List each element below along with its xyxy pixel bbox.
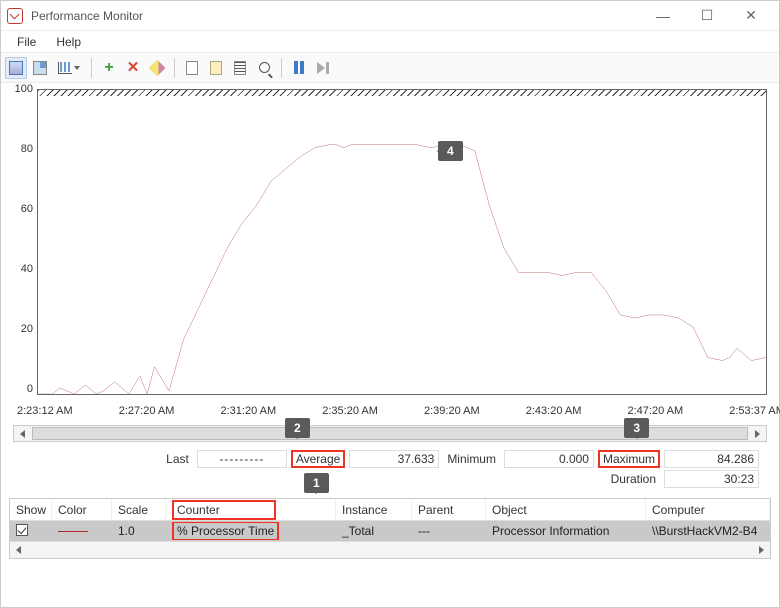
time-range-scrollbar[interactable] xyxy=(13,425,767,442)
menu-file[interactable]: File xyxy=(7,33,46,51)
table-scrollbar[interactable] xyxy=(10,541,770,558)
stat-average-label: Average xyxy=(291,450,345,468)
stat-minimum-label: Minimum xyxy=(443,452,500,466)
x-tick: 2:39:20 AM xyxy=(424,405,480,417)
chart-type-button[interactable] xyxy=(53,57,85,79)
paste-button[interactable] xyxy=(205,57,227,79)
remove-counter-button[interactable]: ✕ xyxy=(122,57,144,79)
view-data-button[interactable] xyxy=(5,57,27,79)
x-tick: 2:47:20 AM xyxy=(628,405,684,417)
table-row[interactable]: 1.0 % Processor Time _Total --- Processo… xyxy=(10,521,770,541)
stat-maximum-value: 84.286 xyxy=(664,450,759,468)
annotation-1: 1 xyxy=(304,473,329,493)
update-button[interactable] xyxy=(312,57,334,79)
cell-instance: _Total xyxy=(336,522,412,540)
scroll-left-button[interactable] xyxy=(14,426,31,441)
add-counter-button[interactable]: + xyxy=(98,57,120,79)
copy-button[interactable] xyxy=(181,57,203,79)
cell-scale: 1.0 xyxy=(112,522,166,540)
x-axis: 2:23:12 AM 2:27:20 AM 2:31:20 AM 2:35:20… xyxy=(17,403,780,417)
th-instance[interactable]: Instance xyxy=(336,499,412,520)
annotation-2: 2 xyxy=(285,418,310,438)
cell-show[interactable] xyxy=(10,522,52,541)
y-tick: 100 xyxy=(11,83,33,95)
stat-maximum-label: Maximum xyxy=(598,450,660,468)
toolbar: + ✕ xyxy=(1,53,779,83)
th-color[interactable]: Color xyxy=(52,499,112,520)
checkbox-icon[interactable] xyxy=(16,524,28,536)
minimize-button[interactable]: — xyxy=(641,2,685,30)
annotation-3: 3 xyxy=(624,418,649,438)
highlight-button[interactable] xyxy=(146,57,168,79)
x-icon: ✕ xyxy=(127,60,140,75)
chevron-down-icon xyxy=(74,66,80,70)
th-counter[interactable]: Counter xyxy=(166,499,336,520)
view-icon xyxy=(9,61,23,75)
zoom-button[interactable] xyxy=(253,57,275,79)
y-tick: 80 xyxy=(11,143,33,155)
pause-icon xyxy=(294,61,304,74)
cell-computer: \\BurstHackVM2-B4 xyxy=(646,522,770,540)
cell-color xyxy=(52,522,112,540)
toolbar-separator xyxy=(281,58,282,78)
x-tick: 2:31:20 AM xyxy=(221,405,277,417)
th-computer[interactable]: Computer xyxy=(646,499,770,520)
counters-table: Show Color Scale Counter Instance Parent… xyxy=(9,498,771,559)
th-scale[interactable]: Scale xyxy=(112,499,166,520)
maximize-button[interactable]: ☐ xyxy=(685,2,729,30)
properties-icon xyxy=(234,61,246,75)
x-tick: 2:23:12 AM xyxy=(17,405,73,417)
plus-icon: + xyxy=(104,60,113,76)
close-button[interactable]: ✕ xyxy=(729,2,773,30)
stat-last-value: --------- xyxy=(197,450,287,468)
chart-plot[interactable] xyxy=(37,89,767,395)
scroll-right-button[interactable] xyxy=(749,426,766,441)
y-tick: 40 xyxy=(11,263,33,275)
th-object[interactable]: Object xyxy=(486,499,646,520)
stat-duration-label: Duration xyxy=(607,472,660,486)
th-show[interactable]: Show xyxy=(10,499,52,520)
stat-average-value: 37.633 xyxy=(349,450,439,468)
stat-last-label: Last xyxy=(162,452,193,466)
annotation-4: 4 xyxy=(438,141,463,161)
table-scroll-right[interactable] xyxy=(753,542,770,558)
chart-line xyxy=(38,90,766,394)
stat-duration-value: 30:23 xyxy=(664,470,759,488)
chart-area: 100 80 60 40 20 0 2:23:12 AM 2:27:20 AM … xyxy=(1,83,779,419)
stats-bar: Last --------- Average 37.633 Minimum 0.… xyxy=(1,446,779,488)
menubar: File Help xyxy=(1,31,779,53)
table-header: Show Color Scale Counter Instance Parent… xyxy=(10,499,770,521)
freeze-button[interactable] xyxy=(288,57,310,79)
series-color-line xyxy=(58,531,88,532)
overlay-button[interactable] xyxy=(29,57,51,79)
clipboard-icon xyxy=(210,61,222,75)
cell-counter: % Processor Time xyxy=(166,522,336,540)
table-scroll-left[interactable] xyxy=(10,542,27,558)
titlebar: Performance Monitor — ☐ ✕ xyxy=(1,1,779,31)
window-title: Performance Monitor xyxy=(31,9,143,23)
stat-minimum-value: 0.000 xyxy=(504,450,594,468)
step-icon xyxy=(317,62,329,74)
y-tick: 0 xyxy=(11,383,33,395)
x-tick: 2:43:20 AM xyxy=(526,405,582,417)
toolbar-separator xyxy=(91,58,92,78)
cell-object: Processor Information xyxy=(486,522,646,540)
y-tick: 20 xyxy=(11,323,33,335)
y-tick: 60 xyxy=(11,203,33,215)
x-tick: 2:27:20 AM xyxy=(119,405,175,417)
toolbar-separator xyxy=(174,58,175,78)
menu-help[interactable]: Help xyxy=(46,33,91,51)
overlay-icon xyxy=(33,61,47,75)
x-tick: 2:53:37 AM xyxy=(729,405,780,417)
pencil-icon xyxy=(149,59,166,76)
properties-button[interactable] xyxy=(229,57,251,79)
chart-icon xyxy=(58,62,72,74)
x-tick: 2:35:20 AM xyxy=(322,405,378,417)
cell-parent: --- xyxy=(412,522,486,540)
th-parent[interactable]: Parent xyxy=(412,499,486,520)
app-icon xyxy=(7,8,23,24)
copy-icon xyxy=(186,61,198,75)
zoom-icon xyxy=(259,62,270,73)
